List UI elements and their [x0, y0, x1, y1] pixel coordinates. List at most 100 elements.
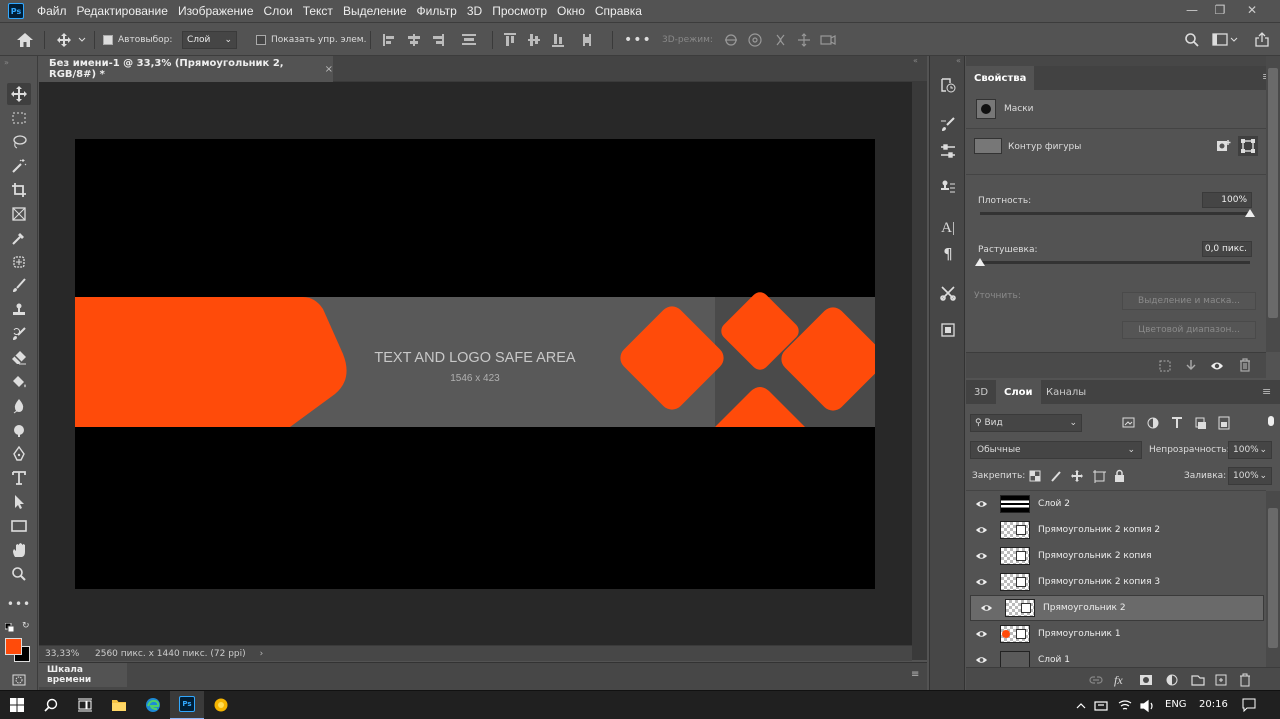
- select-and-mask-button[interactable]: Выделение и маска...: [1122, 292, 1256, 310]
- layer-visibility-eye-icon[interactable]: [979, 603, 993, 613]
- foreground-color-swatch[interactable]: [5, 638, 22, 655]
- menu-image[interactable]: Изображение: [173, 4, 259, 18]
- menu-help[interactable]: Справка: [590, 4, 647, 18]
- layer-row[interactable]: Слой 2: [970, 491, 1264, 517]
- layer-row[interactable]: Прямоугольник 2: [970, 595, 1264, 621]
- layer-visibility-eye-icon[interactable]: [974, 499, 988, 509]
- eraser-tool-icon[interactable]: [7, 347, 31, 369]
- history-panel-icon[interactable]: [936, 74, 960, 96]
- layer-row[interactable]: Прямоугольник 2 копия 3: [970, 569, 1264, 595]
- swap-colors-icon[interactable]: ↻: [22, 621, 30, 631]
- 3d-mode-icons[interactable]: [722, 23, 837, 57]
- language-indicator[interactable]: ENG: [1165, 699, 1187, 710]
- brush-settings-icon[interactable]: [936, 114, 960, 136]
- timeline-tab[interactable]: Шкала времени: [39, 663, 127, 687]
- apply-mask-icon[interactable]: [1184, 359, 1198, 373]
- stamp-tool-icon[interactable]: [7, 299, 31, 321]
- lasso-tool-icon[interactable]: [7, 131, 31, 153]
- show-transform-controls-checkbox[interactable]: Показать упр. элем.: [256, 23, 366, 57]
- paragraph-panel-icon[interactable]: ¶: [936, 243, 960, 265]
- add-vector-mask-icon[interactable]: [1216, 138, 1232, 154]
- density-slider[interactable]: [980, 212, 1250, 215]
- tab-channels[interactable]: Каналы: [1038, 380, 1094, 404]
- default-colors-icon[interactable]: [5, 623, 15, 633]
- share-icon[interactable]: [1254, 23, 1270, 57]
- more-options-icon[interactable]: •••: [624, 23, 652, 57]
- close-window-button[interactable]: ✕: [1238, 0, 1266, 20]
- properties-scrollbar[interactable]: [1268, 68, 1278, 318]
- menu-select[interactable]: Выделение: [338, 4, 412, 18]
- collapse-panels-icon[interactable]: «: [913, 56, 918, 65]
- menu-window[interactable]: Окно: [552, 4, 590, 18]
- tab-3d[interactable]: 3D: [966, 380, 996, 404]
- layer-visibility-eye-icon[interactable]: [974, 577, 988, 587]
- blur-tool-icon[interactable]: [7, 395, 31, 417]
- feather-slider-thumb[interactable]: [975, 258, 985, 266]
- path-selection-tool-icon[interactable]: [7, 491, 31, 513]
- dodge-tool-icon[interactable]: [7, 419, 31, 441]
- menu-edit[interactable]: Редактирование: [72, 4, 173, 18]
- taskbar-search-icon[interactable]: [34, 691, 68, 719]
- healing-brush-tool-icon[interactable]: [7, 251, 31, 273]
- zoom-level[interactable]: 33,33%: [45, 649, 87, 659]
- move-tool-icon[interactable]: [7, 83, 31, 105]
- menu-layers[interactable]: Слои: [259, 4, 298, 18]
- layers-scrollbar[interactable]: [1268, 508, 1278, 648]
- layer-row[interactable]: Слой 1: [970, 647, 1264, 667]
- eyedropper-tool-icon[interactable]: [7, 227, 31, 249]
- tab-properties[interactable]: Свойства: [966, 66, 1035, 90]
- type-tool-icon[interactable]: [7, 467, 31, 489]
- frame-tool-icon[interactable]: [7, 203, 31, 225]
- tab-layers[interactable]: Слои: [996, 380, 1041, 404]
- menu-file[interactable]: Файл: [32, 4, 72, 18]
- hand-tool-icon[interactable]: [7, 539, 31, 561]
- menu-3d[interactable]: 3D: [462, 4, 487, 18]
- magic-wand-tool-icon[interactable]: [7, 155, 31, 177]
- blend-mode-dropdown[interactable]: Обычные ⌄: [970, 441, 1142, 459]
- photoshop-taskbar-icon[interactable]: Ps: [170, 690, 204, 719]
- feather-input[interactable]: 0,0 пикс.: [1202, 241, 1252, 257]
- rectangle-tool-icon[interactable]: [7, 515, 31, 537]
- task-view-icon[interactable]: [68, 691, 102, 719]
- brush-tool-icon[interactable]: [7, 275, 31, 297]
- taskbar-clock[interactable]: 20:16: [1199, 699, 1228, 710]
- tool-presets-icon[interactable]: [936, 282, 960, 304]
- opacity-input[interactable]: 100% ⌄: [1228, 441, 1272, 459]
- restore-button[interactable]: ❐: [1206, 0, 1234, 20]
- pen-tool-icon[interactable]: [7, 443, 31, 465]
- align-icons[interactable]: [382, 23, 492, 57]
- lock-icons[interactable]: [1029, 469, 1129, 483]
- quick-mask-icon[interactable]: [7, 669, 31, 691]
- layer-row[interactable]: Прямоугольник 1: [970, 621, 1264, 647]
- menu-filter[interactable]: Фильтр: [412, 4, 462, 18]
- glyphs-panel-icon[interactable]: [936, 319, 960, 341]
- document-canvas[interactable]: TEXT AND LOGO SAFE AREA 1546 x 423: [75, 139, 875, 589]
- layer-visibility-eye-icon[interactable]: [974, 525, 988, 535]
- crop-tool-icon[interactable]: [7, 179, 31, 201]
- autoselect-checkbox[interactable]: Автовыбор:: [103, 23, 172, 57]
- adjustments-icon[interactable]: [936, 140, 960, 162]
- move-tool-preset-icon[interactable]: [56, 23, 86, 57]
- workspace-icon[interactable]: [1212, 23, 1238, 57]
- tray-icons[interactable]: [1075, 699, 1161, 713]
- expand-panels-icon[interactable]: «: [956, 56, 961, 65]
- vertical-scrollbar[interactable]: [912, 82, 927, 660]
- layers-footer-icons[interactable]: fx: [1088, 673, 1254, 687]
- timeline-menu-icon[interactable]: ≡: [911, 669, 919, 680]
- density-input[interactable]: 100%: [1202, 192, 1252, 208]
- layer-visibility-eye-icon[interactable]: [974, 655, 988, 665]
- load-selection-icon[interactable]: [1158, 359, 1172, 373]
- home-icon[interactable]: [16, 23, 34, 57]
- browser-app-icon[interactable]: [204, 691, 238, 719]
- file-explorer-icon[interactable]: [102, 691, 136, 719]
- layer-row[interactable]: Прямоугольник 2 копия: [970, 543, 1264, 569]
- filter-type-icons[interactable]: [1122, 416, 1232, 430]
- close-tab-icon[interactable]: ×: [325, 64, 333, 75]
- canvas-area[interactable]: TEXT AND LOGO SAFE AREA 1546 x 423: [39, 82, 912, 645]
- clone-source-icon[interactable]: [936, 176, 960, 198]
- autoselect-dropdown[interactable]: Слой ⌄: [182, 23, 237, 57]
- edit-toolbar-icon[interactable]: •••: [7, 593, 31, 615]
- layer-filter-dropdown[interactable]: ⚲ Вид ⌄: [970, 414, 1082, 432]
- select-vector-mask-icon[interactable]: [1238, 136, 1258, 156]
- search-icon[interactable]: [1184, 23, 1200, 57]
